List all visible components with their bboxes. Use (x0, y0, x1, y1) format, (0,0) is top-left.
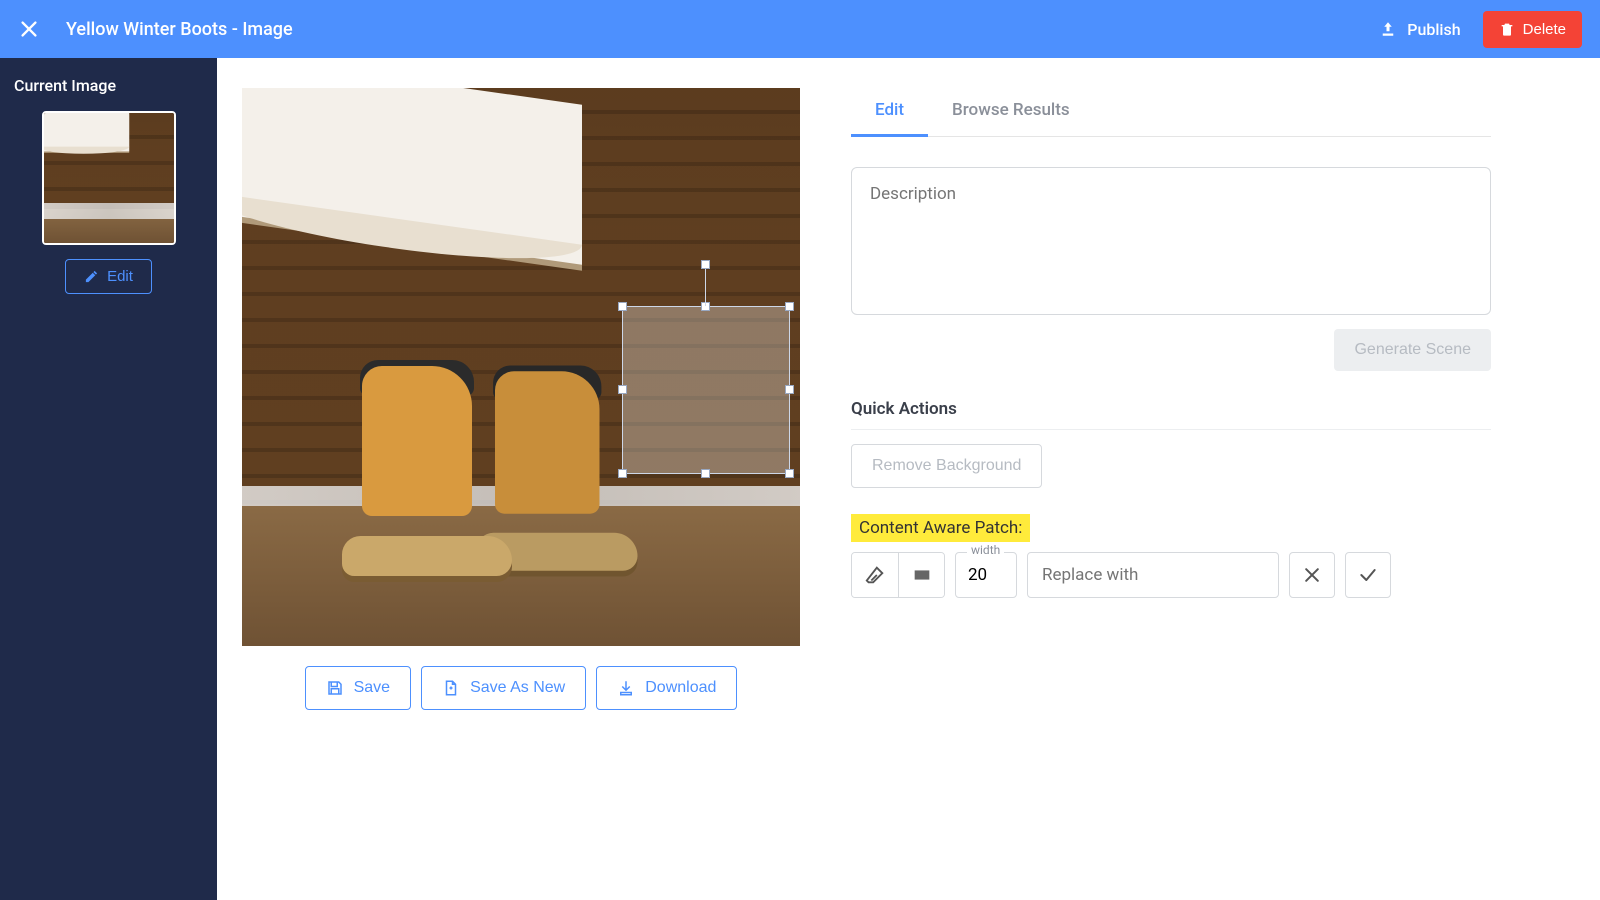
apply-patch-button[interactable] (1345, 552, 1391, 598)
width-input[interactable] (955, 552, 1017, 598)
save-as-new-button[interactable]: Save As New (421, 666, 586, 710)
description-input[interactable] (851, 167, 1491, 315)
brush-mode-toggle (851, 552, 945, 598)
download-label: Download (645, 679, 716, 697)
quick-actions-heading: Quick Actions (851, 399, 1491, 419)
trash-icon (1499, 21, 1515, 37)
close-icon[interactable] (18, 18, 40, 40)
pencil-icon (84, 269, 99, 284)
current-image-thumbnail[interactable] (42, 111, 176, 245)
edit-button[interactable]: Edit (65, 259, 152, 294)
divider (851, 429, 1491, 430)
cancel-patch-button[interactable] (1289, 552, 1335, 598)
rectangle-tool-button[interactable] (898, 553, 944, 597)
rectangle-icon (911, 564, 933, 586)
eraser-tool-button[interactable] (852, 553, 898, 597)
content-aware-patch-label: Content Aware Patch: (851, 514, 1030, 542)
sidebar: Current Image Edit (0, 58, 217, 900)
tab-browse-results[interactable]: Browse Results (928, 88, 1094, 136)
replace-with-input[interactable] (1027, 552, 1279, 598)
delete-label: Delete (1523, 21, 1566, 38)
remove-background-button[interactable]: Remove Background (851, 444, 1042, 488)
selection-box[interactable] (622, 306, 790, 474)
save-label: Save (354, 679, 390, 697)
panel-tabs: Edit Browse Results (851, 88, 1491, 137)
eraser-icon (864, 564, 886, 586)
publish-button[interactable]: Publish (1379, 20, 1460, 39)
close-icon (1302, 565, 1322, 585)
top-bar: Yellow Winter Boots - Image Publish Dele… (0, 0, 1600, 58)
rotate-handle[interactable] (701, 260, 710, 269)
upload-icon (1379, 20, 1397, 38)
tab-edit[interactable]: Edit (851, 88, 928, 137)
check-icon (1358, 565, 1378, 585)
delete-button[interactable]: Delete (1483, 11, 1582, 48)
save-as-new-label: Save As New (470, 679, 565, 697)
download-button[interactable]: Download (596, 666, 737, 710)
width-label: width (967, 543, 1004, 557)
save-icon (326, 679, 344, 697)
sidebar-heading: Current Image (12, 76, 205, 95)
save-button[interactable]: Save (305, 666, 411, 710)
edit-label: Edit (107, 268, 133, 285)
generate-scene-button[interactable]: Generate Scene (1334, 329, 1491, 371)
page-title: Yellow Winter Boots - Image (66, 19, 1379, 40)
download-icon (617, 679, 635, 697)
image-canvas[interactable] (242, 88, 800, 646)
publish-label: Publish (1407, 20, 1460, 39)
file-plus-icon (442, 679, 460, 697)
